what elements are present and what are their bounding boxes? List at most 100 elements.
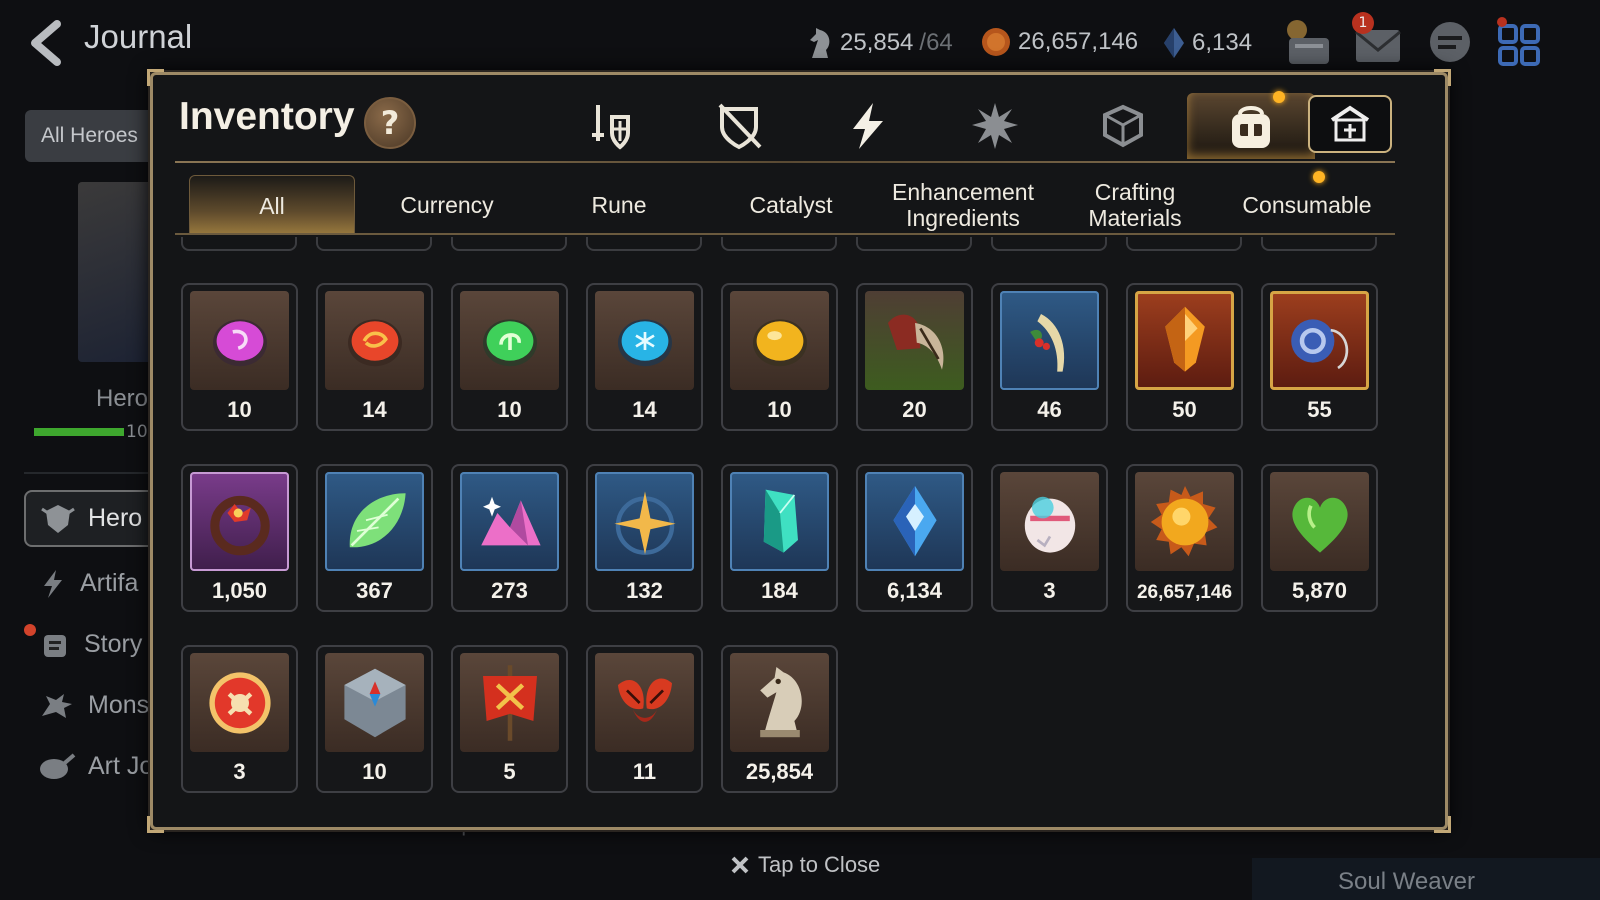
- item-slot-blue-pendant[interactable]: 55: [1261, 283, 1378, 431]
- stamina-max: /64: [919, 29, 953, 56]
- frame-corner: [147, 69, 164, 86]
- item-art: [1135, 472, 1234, 571]
- star-pendant-icon: [613, 490, 676, 555]
- item-slot-orange-crystal[interactable]: 50: [1126, 283, 1243, 431]
- subtab-label: Catalyst: [749, 192, 833, 218]
- item-slot-purple-rune[interactable]: 10: [181, 283, 298, 431]
- item-art: [190, 291, 289, 390]
- item-slot-green-rune[interactable]: 10: [451, 283, 568, 431]
- subtab-label: Consumable: [1242, 192, 1372, 218]
- item-slot-seal-badge[interactable]: 3: [181, 645, 298, 793]
- item-slot-red-leaves[interactable]: 11: [586, 645, 703, 793]
- item-art: [460, 653, 559, 752]
- tap-to-close[interactable]: Tap to Close: [730, 852, 880, 878]
- purple-rune-icon: [212, 318, 267, 366]
- item-slot-red-rune[interactable]: 14: [316, 283, 433, 431]
- item-count: 55: [1307, 397, 1332, 422]
- item-art: [1270, 291, 1369, 390]
- gold-coin-icon: [982, 28, 1010, 56]
- item-count: 26,657,146: [1136, 582, 1233, 603]
- tab-cube[interactable]: [1059, 93, 1187, 159]
- subtab-enhancement-ingredients[interactable]: Enhancement Ingredients: [877, 175, 1049, 235]
- item-slot-herb-root[interactable]: 46: [991, 283, 1108, 431]
- tab-items-bag[interactable]: [1187, 91, 1315, 159]
- shop-button[interactable]: [1283, 16, 1335, 68]
- skystone-counter[interactable]: 6,134: [1162, 26, 1252, 60]
- item-count: 14: [632, 397, 657, 422]
- item-slot-pet-egg[interactable]: 3: [991, 464, 1108, 612]
- tab-sell-equipment[interactable]: [675, 93, 803, 159]
- item-slot-stone-compass[interactable]: 10: [316, 645, 433, 793]
- subtab-consumable[interactable]: Consumable: [1221, 171, 1393, 235]
- item-count: 132: [626, 578, 663, 603]
- item-slot-star-compass[interactable]: 132: [586, 464, 703, 612]
- frame-corner: [1434, 816, 1451, 833]
- subtab-currency[interactable]: Currency: [361, 175, 533, 235]
- item-slot-blue-rune[interactable]: 14: [586, 283, 703, 431]
- shop-icon: [1287, 20, 1329, 64]
- storage-icon: [1330, 105, 1370, 142]
- item-art: [865, 291, 964, 390]
- storage-button[interactable]: [1308, 95, 1392, 153]
- close-icon: [731, 856, 749, 874]
- close-hint-label: Tap to Close: [758, 852, 881, 877]
- grid-menu-icon: [1497, 17, 1540, 66]
- subtab-label: Crafting Materials: [1088, 179, 1182, 231]
- item-slot-gold-coin[interactable]: 26,657,146: [1126, 464, 1243, 612]
- tab-spiky[interactable]: [931, 93, 1059, 159]
- subcategory-tabs: All Currency Rune Catalyst Enhancement I…: [189, 171, 1393, 235]
- item-count: 10: [362, 759, 387, 784]
- menu-grid-button[interactable]: [1494, 16, 1546, 68]
- item-count: 5,870: [1291, 578, 1348, 603]
- subtab-label: All: [259, 192, 285, 219]
- subtab-catalyst[interactable]: Catalyst: [705, 175, 877, 235]
- tab-artifacts[interactable]: [803, 93, 931, 159]
- tab-equipment[interactable]: [547, 93, 675, 159]
- item-art: [595, 291, 694, 390]
- back-button[interactable]: [22, 18, 72, 68]
- item-slot-red-banner[interactable]: 5: [451, 645, 568, 793]
- item-slot-skystone[interactable]: 6,134: [856, 464, 973, 612]
- frame-corner: [147, 816, 164, 833]
- gold-counter[interactable]: 26,657,146: [980, 26, 1138, 58]
- inventory-modal: Inventory ? All Currency Rune Catalyst E…: [147, 69, 1451, 833]
- item-art: [1000, 472, 1099, 571]
- subtab-rune[interactable]: Rune: [533, 175, 705, 235]
- subtab-label: Enhancement Ingredients: [892, 179, 1034, 231]
- item-art: [325, 291, 424, 390]
- item-art: [325, 472, 424, 571]
- notification-dot: [24, 624, 36, 636]
- item-count: 3: [1043, 578, 1056, 603]
- item-slot-teal-gem[interactable]: 184: [721, 464, 838, 612]
- item-slot-green-leaf[interactable]: 367: [316, 464, 433, 612]
- horse-icon: [810, 28, 830, 58]
- green-rune-icon: [482, 318, 537, 366]
- item-slot-stamina-horse[interactable]: 25,854: [721, 645, 838, 793]
- banner-icon: [482, 664, 537, 741]
- chat-button[interactable]: [1424, 16, 1476, 68]
- item-count: 46: [1037, 397, 1062, 422]
- subtab-all[interactable]: All: [189, 175, 355, 235]
- side-divider: [24, 472, 164, 474]
- inventory-title: Inventory: [179, 95, 355, 138]
- item-art: [1270, 472, 1369, 571]
- red-leaves-icon: [617, 678, 672, 722]
- stone-compass-icon: [343, 668, 406, 737]
- item-slot-gold-rune[interactable]: 10: [721, 283, 838, 431]
- item-grid-scroll[interactable]: 10 14 10 14 10 20 46 50 55 1,050 367 273 132 184 6,134…: [181, 237, 1391, 817]
- subtab-crafting-materials[interactable]: Crafting Materials: [1049, 175, 1221, 235]
- item-count: 14: [362, 397, 387, 422]
- help-button[interactable]: ?: [364, 97, 416, 149]
- mail-button[interactable]: 1: [1352, 12, 1404, 68]
- item-slot-green-heart[interactable]: 5,870: [1261, 464, 1378, 612]
- scroll-icon: [44, 634, 66, 657]
- item-slot-pink-crystals[interactable]: 273: [451, 464, 568, 612]
- paintbrush-icon: [40, 752, 76, 779]
- item-count: 11: [632, 759, 657, 784]
- item-slot-beast-claw[interactable]: 20: [856, 283, 973, 431]
- item-slot-flower-ring[interactable]: 1,050: [181, 464, 298, 612]
- skystone-icon: [1164, 28, 1184, 58]
- side-item-label: Hero: [88, 504, 143, 532]
- stamina-counter[interactable]: 25,854/64: [806, 26, 953, 60]
- skystone-icon: [892, 485, 937, 556]
